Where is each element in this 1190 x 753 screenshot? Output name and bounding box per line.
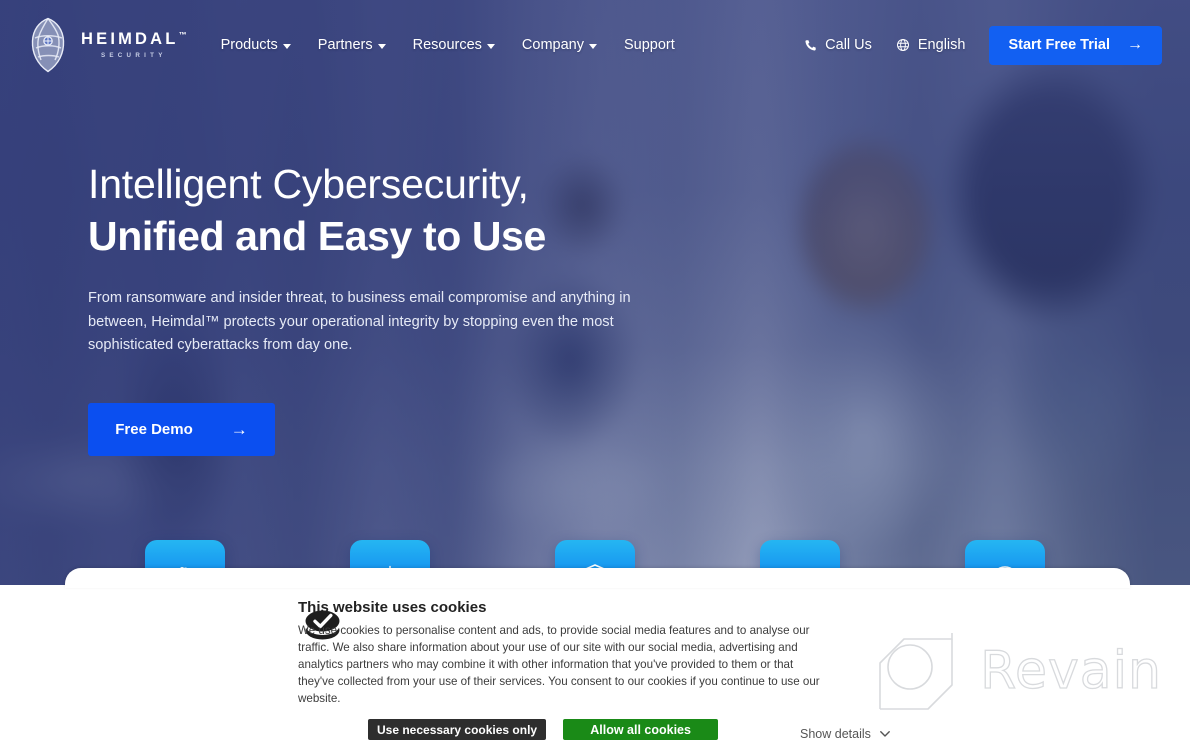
cookie-title: This website uses cookies bbox=[298, 599, 487, 616]
nav-item-partners[interactable]: Partners bbox=[318, 37, 386, 53]
nav-label: Company bbox=[521, 37, 584, 53]
nav-label: Support bbox=[623, 37, 675, 53]
free-demo-label: Free Demo bbox=[115, 421, 193, 439]
hero-headline: Intelligent Cybersecurity, Unified and E… bbox=[88, 158, 688, 262]
nav-label: Products bbox=[220, 37, 278, 53]
headline-line-2: Unified and Easy to Use bbox=[88, 213, 546, 260]
cookie-banner-content: This website uses cookies We use cookies… bbox=[0, 585, 1190, 707]
chevron-down-icon bbox=[377, 43, 386, 49]
show-details-label: Show details bbox=[800, 727, 871, 741]
phone-icon bbox=[805, 39, 816, 51]
show-details-toggle[interactable]: Show details bbox=[800, 727, 890, 741]
page-root: HEIMDAL™ SECURITY Products Partners Reso… bbox=[0, 0, 1190, 753]
cookie-text-block: This website uses cookies We use cookies… bbox=[298, 599, 828, 707]
nav-item-support[interactable]: Support bbox=[624, 37, 675, 53]
logo-text: HEIMDAL™ SECURITY bbox=[81, 31, 187, 59]
hero-subtext: From ransomware and insider threat, to b… bbox=[88, 290, 631, 354]
logo[interactable]: HEIMDAL™ SECURITY bbox=[28, 17, 187, 73]
free-demo-button[interactable]: Free Demo → bbox=[88, 403, 275, 457]
hero-content: Intelligent Cybersecurity, Unified and E… bbox=[88, 158, 688, 457]
arrow-right-icon: → bbox=[230, 420, 248, 440]
nav-item-products[interactable]: Products bbox=[221, 37, 291, 53]
main-navigation: Products Partners Resources Company Supp… bbox=[221, 37, 675, 53]
cookie-action-buttons: Use necessary cookies only Allow all coo… bbox=[368, 719, 719, 740]
use-necessary-cookies-only-button[interactable]: Use necessary cookies only bbox=[368, 719, 547, 740]
cookie-body-text: We use cookies to personalise content an… bbox=[298, 624, 820, 706]
nav-label: Resources bbox=[412, 37, 482, 53]
cta-label: Start Free Trial bbox=[1008, 37, 1110, 53]
nav-item-resources[interactable]: Resources bbox=[413, 37, 495, 53]
logo-tm: ™ bbox=[178, 30, 187, 40]
globe-icon bbox=[896, 39, 909, 51]
logo-subtitle: SECURITY bbox=[100, 51, 167, 59]
language-label: English bbox=[917, 37, 966, 53]
call-us-label: Call Us bbox=[825, 37, 872, 53]
chevron-down-icon bbox=[282, 43, 291, 49]
call-us-link[interactable]: Call Us bbox=[804, 37, 872, 53]
start-free-trial-button[interactable]: Start Free Trial → bbox=[989, 25, 1162, 65]
heimdal-shield-icon bbox=[31, 17, 65, 73]
nav-item-company[interactable]: Company bbox=[522, 37, 597, 53]
language-selector[interactable]: English bbox=[896, 37, 966, 53]
allow-all-cookies-button[interactable]: Allow all cookies bbox=[563, 719, 719, 740]
cookie-consent-banner: This website uses cookies We use cookies… bbox=[0, 568, 1190, 753]
nav-label: Partners bbox=[317, 37, 373, 53]
chevron-down-icon bbox=[879, 731, 890, 737]
arrow-right-icon: → bbox=[1127, 36, 1143, 53]
headline-line-1: Intelligent Cybersecurity, bbox=[88, 161, 529, 207]
chevron-down-icon bbox=[588, 43, 597, 49]
chevron-down-icon bbox=[486, 43, 495, 49]
header-utilities: Call Us English Start Free Trial → bbox=[804, 25, 1162, 65]
site-header: HEIMDAL™ SECURITY Products Partners Reso… bbox=[0, 0, 1190, 90]
logo-wordmark: HEIMDAL™ bbox=[81, 30, 187, 49]
